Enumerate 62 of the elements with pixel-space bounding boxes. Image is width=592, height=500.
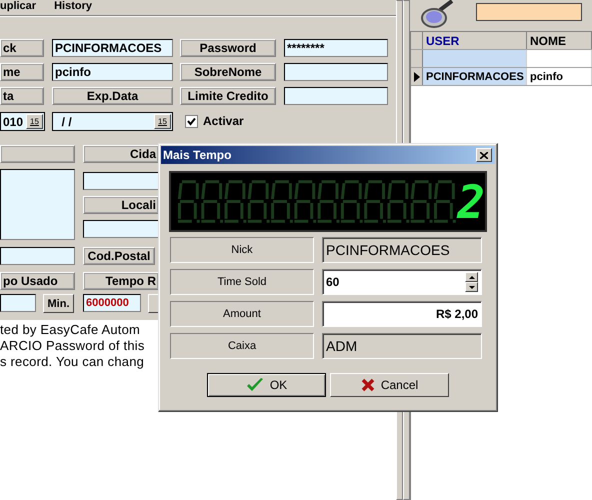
date-field[interactable]: / / 15 bbox=[52, 112, 173, 131]
table-cell: PCINFORMACOES bbox=[423, 68, 527, 85]
field-label: Exp.Data bbox=[52, 87, 173, 105]
field-label: ta bbox=[0, 87, 44, 105]
column-header[interactable]: NOME bbox=[527, 32, 592, 49]
amount-field[interactable]: R$ 2,00 bbox=[322, 301, 482, 327]
address-field[interactable] bbox=[0, 169, 75, 240]
nick-field[interactable]: PCINFORMACOES bbox=[52, 39, 173, 57]
field-label: SobreNome bbox=[180, 63, 276, 81]
checkbox-label: Activar bbox=[203, 114, 244, 128]
minutes-button[interactable]: Min. bbox=[43, 294, 74, 313]
credit-field[interactable] bbox=[284, 87, 388, 105]
spin-field[interactable]: 60 bbox=[322, 269, 482, 295]
magnifier-icon[interactable] bbox=[420, 0, 456, 30]
window-title: Mais Tempo bbox=[163, 148, 232, 162]
current-row-icon bbox=[414, 72, 420, 82]
search-field[interactable] bbox=[476, 3, 582, 21]
lcd-digit: 2 bbox=[457, 176, 485, 226]
column-header[interactable]: USER bbox=[423, 32, 527, 49]
locality-field[interactable] bbox=[83, 220, 159, 238]
close-icon bbox=[480, 152, 488, 158]
close-button[interactable] bbox=[476, 148, 492, 162]
field-label: Nick bbox=[170, 237, 314, 263]
remaining-field[interactable]: 6000000 bbox=[83, 294, 141, 312]
readonly-field: PCINFORMACOES bbox=[322, 237, 482, 263]
calendar-button[interactable]: 15 bbox=[26, 114, 43, 129]
spin-down-button[interactable] bbox=[465, 282, 478, 292]
field-label: Amount bbox=[170, 301, 314, 327]
spin-up-button[interactable] bbox=[465, 272, 478, 282]
note-text: ARCIO Password of this bbox=[0, 338, 145, 354]
note-text: ted by EasyCafe Autom bbox=[0, 322, 140, 338]
up-arrow-icon bbox=[468, 276, 474, 278]
city-field[interactable] bbox=[83, 172, 159, 190]
field-label: Tempo R bbox=[83, 272, 159, 290]
cross-icon bbox=[360, 378, 375, 392]
menu-item[interactable]: History bbox=[54, 0, 92, 12]
field-label: Time Sold bbox=[170, 269, 314, 295]
checkmark-icon bbox=[246, 377, 264, 393]
field-label: Locali bbox=[83, 196, 159, 214]
row-indicator[interactable] bbox=[411, 68, 423, 85]
cancel-button[interactable]: Cancel bbox=[330, 373, 449, 397]
field-label: po Usado bbox=[0, 272, 75, 290]
text-field[interactable] bbox=[0, 294, 36, 312]
field-label: ck bbox=[0, 39, 44, 57]
field-label: Cida bbox=[83, 145, 159, 163]
field-label: me bbox=[0, 63, 44, 81]
name-field[interactable]: pcinfo bbox=[52, 63, 173, 81]
field-label: Password bbox=[180, 39, 276, 57]
field-label: Cod.Postal bbox=[83, 247, 155, 265]
date-field[interactable]: 010 15 bbox=[0, 112, 45, 131]
field-label: Limite Credito bbox=[180, 87, 276, 105]
readonly-field: ADM bbox=[322, 333, 482, 359]
surname-field[interactable] bbox=[284, 63, 388, 81]
password-field[interactable]: ******** bbox=[284, 39, 388, 57]
down-arrow-icon bbox=[468, 286, 474, 288]
menu-item[interactable]: uplicar bbox=[0, 0, 36, 12]
ok-button[interactable]: OK bbox=[207, 373, 326, 397]
field-label: Caixa bbox=[170, 333, 314, 359]
calendar-button[interactable]: 15 bbox=[154, 114, 171, 129]
text-field[interactable] bbox=[0, 247, 75, 265]
checkbox[interactable] bbox=[185, 114, 198, 128]
note-text: s record. You can chang bbox=[0, 354, 144, 370]
